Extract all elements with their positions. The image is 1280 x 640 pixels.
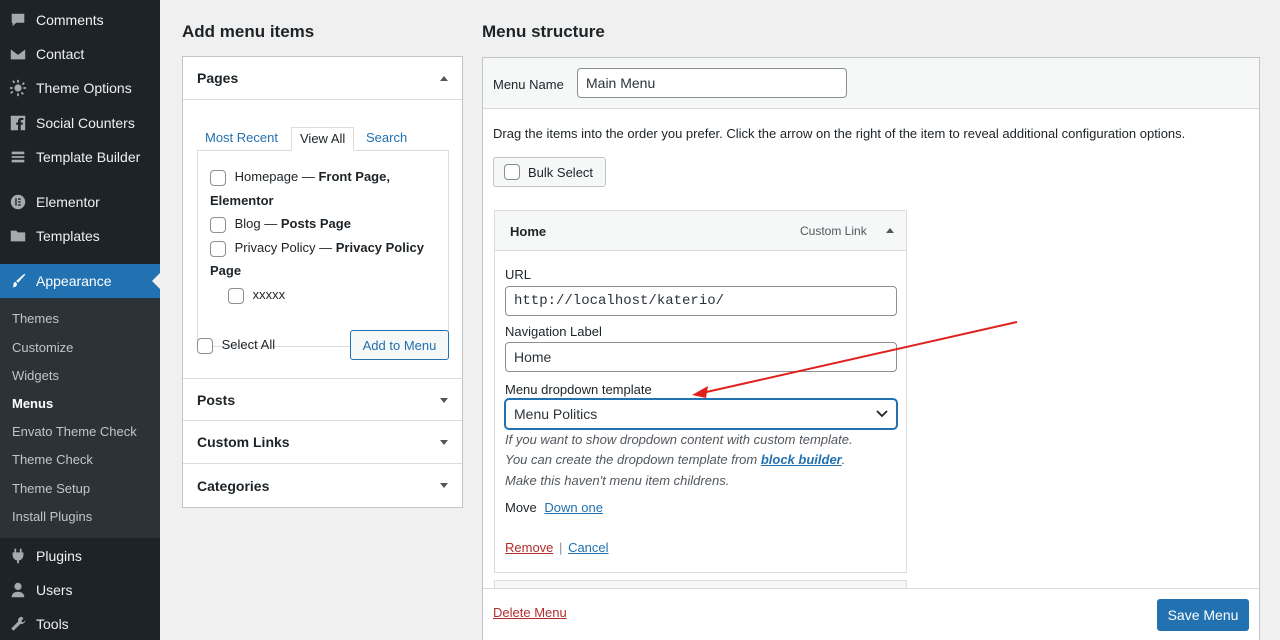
annotation-arrow-icon xyxy=(692,321,1018,398)
tab-view-all[interactable]: View All xyxy=(291,127,355,151)
